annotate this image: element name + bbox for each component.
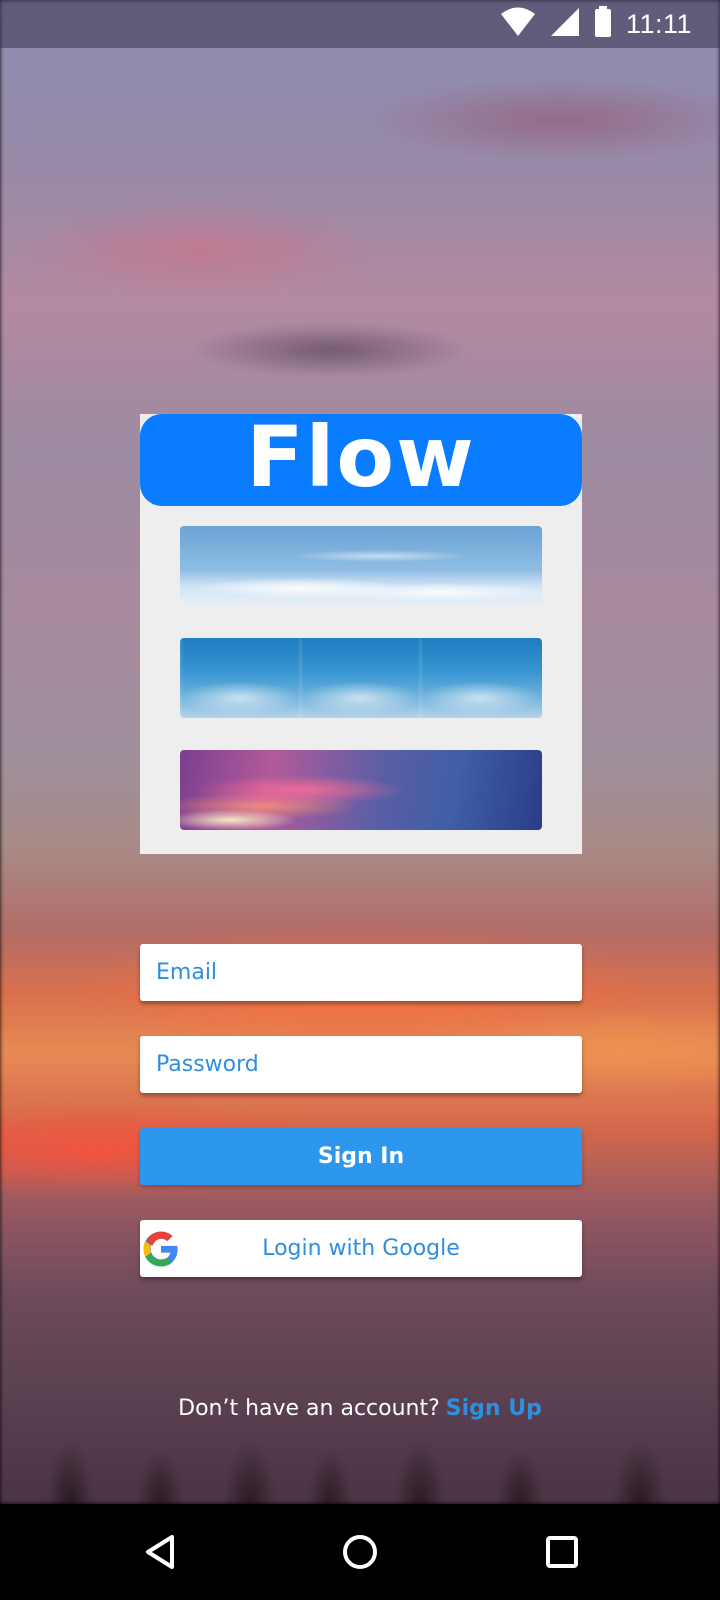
home-icon bbox=[343, 1535, 377, 1569]
app-title: Flow bbox=[246, 408, 476, 506]
google-login-label: Login with Google bbox=[262, 1236, 460, 1261]
google-g-icon bbox=[142, 1230, 180, 1268]
battery-icon bbox=[594, 5, 612, 43]
status-icons: 11:11 bbox=[500, 0, 692, 48]
password-input[interactable] bbox=[154, 1051, 568, 1078]
back-icon bbox=[146, 1535, 174, 1569]
status-bar: 11:11 bbox=[0, 0, 720, 48]
sign-in-button[interactable]: Sign In bbox=[140, 1128, 582, 1185]
home-button[interactable] bbox=[336, 1528, 384, 1576]
navigation-bar bbox=[0, 1504, 720, 1600]
theme-card: Flow bbox=[140, 414, 582, 854]
sign-up-link[interactable]: Sign Up bbox=[446, 1396, 542, 1421]
password-field[interactable] bbox=[140, 1036, 582, 1093]
status-time: 11:11 bbox=[625, 8, 692, 39]
recents-icon bbox=[546, 1536, 578, 1568]
theme-option-blue-sky[interactable] bbox=[180, 638, 542, 718]
email-field[interactable] bbox=[140, 944, 582, 1001]
signup-prompt: Don’t have an account? Sign Up bbox=[0, 1396, 720, 1421]
recents-button[interactable] bbox=[538, 1528, 586, 1576]
signup-prompt-text: Don’t have an account? bbox=[178, 1396, 440, 1421]
wifi-icon bbox=[500, 7, 536, 42]
login-screen: 11:11 Flow Sign In Login with Google Don bbox=[0, 0, 720, 1600]
google-login-button[interactable]: Login with Google bbox=[140, 1220, 582, 1277]
app-header: Flow bbox=[140, 414, 582, 506]
cellular-signal-icon bbox=[550, 7, 580, 42]
email-input[interactable] bbox=[154, 959, 568, 986]
theme-option-sunset[interactable] bbox=[180, 750, 542, 830]
sign-in-label: Sign In bbox=[317, 1144, 405, 1169]
back-button[interactable] bbox=[136, 1528, 184, 1576]
theme-option-clouds-above[interactable] bbox=[180, 526, 542, 606]
